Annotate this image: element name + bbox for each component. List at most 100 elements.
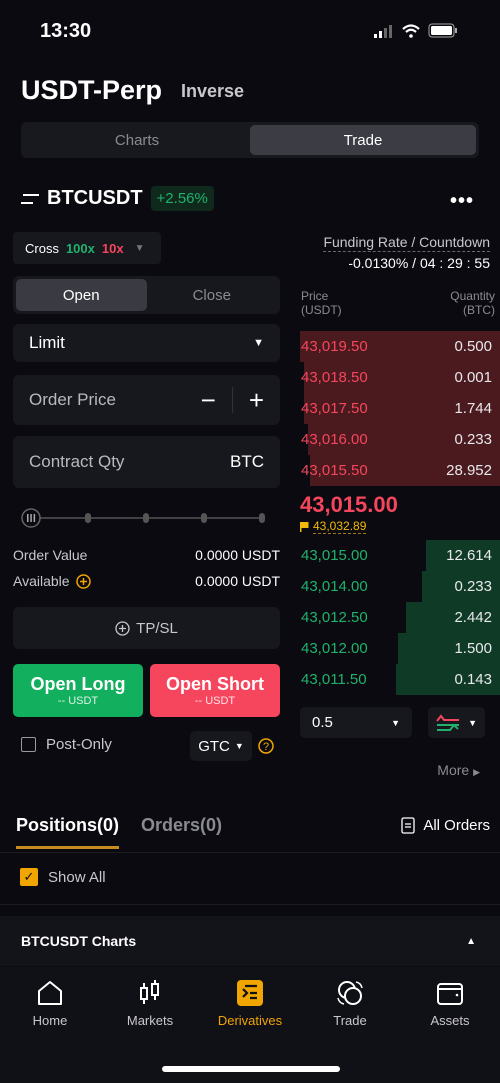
status-icons xyxy=(374,23,458,38)
margin-mode-selector[interactable]: Cross 100x 10x ▼ xyxy=(13,232,161,264)
order-type-select[interactable]: Limit ▼ xyxy=(13,324,280,362)
open-long-sub: -- USDT xyxy=(57,695,99,707)
open-short-sub: -- USDT xyxy=(194,695,236,707)
menu-icon xyxy=(21,193,39,204)
more-link[interactable]: More ▶ xyxy=(437,762,480,778)
time-in-force-select[interactable]: GTC ▼ xyxy=(190,731,252,761)
flag-icon xyxy=(300,521,309,532)
order-type-value: Limit xyxy=(29,333,65,352)
more-options-icon[interactable]: ••• xyxy=(450,190,474,213)
plus-icon[interactable]: + xyxy=(249,385,264,416)
bid-row[interactable]: 43,015.00 12.614 xyxy=(300,540,500,571)
charts-collapse-bar[interactable]: BTCUSDT Charts ▲ xyxy=(0,916,500,966)
short-leverage: 10x xyxy=(101,240,124,256)
tpsl-button[interactable]: TP/SL xyxy=(13,607,280,649)
qty-unit[interactable]: BTC xyxy=(230,452,264,472)
quantity: 1.500 xyxy=(454,640,492,657)
status-time: 13:30 xyxy=(40,20,92,42)
ask-row[interactable]: 43,015.50 28.952 xyxy=(300,455,500,486)
price: 43,019.50 xyxy=(301,338,368,355)
minus-icon[interactable]: − xyxy=(201,385,216,416)
positions-tabs: Positions(0) Orders(0) xyxy=(16,815,222,849)
svg-text:?: ? xyxy=(263,741,269,753)
tab-open[interactable]: Open xyxy=(16,279,147,311)
long-leverage: 100x xyxy=(65,240,95,256)
slider-tick xyxy=(85,513,91,523)
post-only-checkbox[interactable]: Post-Only xyxy=(21,736,112,753)
nav-assets[interactable]: Assets xyxy=(400,967,500,1083)
all-orders-button[interactable]: All Orders xyxy=(401,817,490,834)
chevron-down-icon: ▼ xyxy=(253,337,264,349)
price: 43,011.50 xyxy=(301,671,367,688)
inverse-tab[interactable]: Inverse xyxy=(181,81,244,102)
nav-label: Trade xyxy=(333,1013,367,1028)
bid-row[interactable]: 43,014.00 0.233 xyxy=(300,571,500,602)
quantity: 12.614 xyxy=(446,547,492,564)
price-change-badge: +2.56% xyxy=(150,186,214,211)
available-label: Available xyxy=(13,573,70,589)
plus-circle-icon xyxy=(115,620,130,636)
tpsl-label: TP/SL xyxy=(136,619,178,637)
add-funds-icon[interactable] xyxy=(75,573,91,589)
ask-row[interactable]: 43,016.00 0.233 xyxy=(300,424,500,455)
ask-row[interactable]: 43,018.50 0.001 xyxy=(300,362,500,393)
pair-selector[interactable]: BTCUSDT +2.56% xyxy=(21,186,214,211)
order-value-label: Order Value xyxy=(13,547,88,563)
home-indicator xyxy=(162,1066,340,1072)
help-icon[interactable]: ? xyxy=(258,738,274,754)
checkmark-icon: ✓ xyxy=(20,868,38,886)
price: 43,014.00 xyxy=(301,578,368,595)
wallet-icon xyxy=(437,983,463,1005)
quantity: 0.143 xyxy=(454,671,492,688)
tab-orders[interactable]: Orders(0) xyxy=(141,815,222,849)
tab-close[interactable]: Close xyxy=(147,279,278,311)
tab-trade[interactable]: Trade xyxy=(250,125,476,155)
price: 43,015.50 xyxy=(301,462,368,479)
contract-qty-placeholder: Contract Qty xyxy=(29,452,125,471)
quantity: 0.233 xyxy=(454,578,492,595)
mark-price: 43,032.89 xyxy=(300,519,367,534)
tab-positions[interactable]: Positions(0) xyxy=(16,815,120,849)
tab-charts[interactable]: Charts xyxy=(24,125,250,155)
qty-unit-header: (BTC) xyxy=(463,303,495,317)
contract-qty-input[interactable]: Contract Qty BTC xyxy=(13,436,280,488)
price-header: Price xyxy=(301,289,329,303)
show-all-checkbox[interactable]: ✓ Show All xyxy=(20,868,106,886)
bid-row[interactable]: 43,012.00 1.500 xyxy=(300,633,500,664)
chevron-down-icon: ▼ xyxy=(391,717,400,728)
order-value: 0.0000 USDT xyxy=(195,547,280,563)
open-long-button[interactable]: Open Long -- USDT xyxy=(13,664,143,717)
wifi-icon xyxy=(402,23,420,38)
price: 43,012.50 xyxy=(301,609,368,626)
orderbook-layout-select[interactable]: ▼ xyxy=(428,707,485,738)
nav-home[interactable]: Home xyxy=(0,967,100,1083)
precision-select[interactable]: 0.5 ▼ xyxy=(300,707,412,738)
qty-header: Quantity xyxy=(450,289,495,303)
slider-tick xyxy=(201,513,207,523)
order-price-input[interactable]: Order Price − + xyxy=(13,375,280,425)
funding-rate[interactable]: Funding Rate / Countdown -0.0130% / 04 :… xyxy=(323,234,490,271)
bid-row[interactable]: 43,011.50 0.143 xyxy=(300,664,500,695)
available-value: 0.0000 USDT xyxy=(195,573,280,589)
pair-symbol: BTCUSDT xyxy=(47,187,143,209)
qty-slider[interactable] xyxy=(20,508,268,528)
open-short-button[interactable]: Open Short -- USDT xyxy=(150,664,280,717)
bid-row[interactable]: 43,012.50 2.442 xyxy=(300,602,500,633)
battery-icon xyxy=(428,23,457,38)
nav-label: Home xyxy=(32,1013,68,1028)
chevron-up-icon: ▲ xyxy=(466,935,476,947)
orderbook-header: Price (USDT) Quantity (BTC) xyxy=(301,289,495,317)
mark-price-value: 43,032.89 xyxy=(313,519,367,534)
available-row: Available 0.0000 USDT xyxy=(13,573,280,589)
chevron-down-icon: ▼ xyxy=(134,242,145,254)
derivatives-icon xyxy=(237,980,263,1006)
quantity: 2.442 xyxy=(454,609,492,626)
price: 43,016.00 xyxy=(301,431,368,448)
tif-value: GTC xyxy=(198,737,230,755)
charts-label: BTCUSDT Charts xyxy=(21,933,137,949)
quantity: 0.500 xyxy=(454,338,492,355)
more-label: More xyxy=(437,762,470,778)
checkbox-icon xyxy=(21,737,36,752)
ask-row[interactable]: 43,017.50 1.744 xyxy=(300,393,500,424)
ask-row[interactable]: 43,019.50 0.500 xyxy=(300,331,500,362)
